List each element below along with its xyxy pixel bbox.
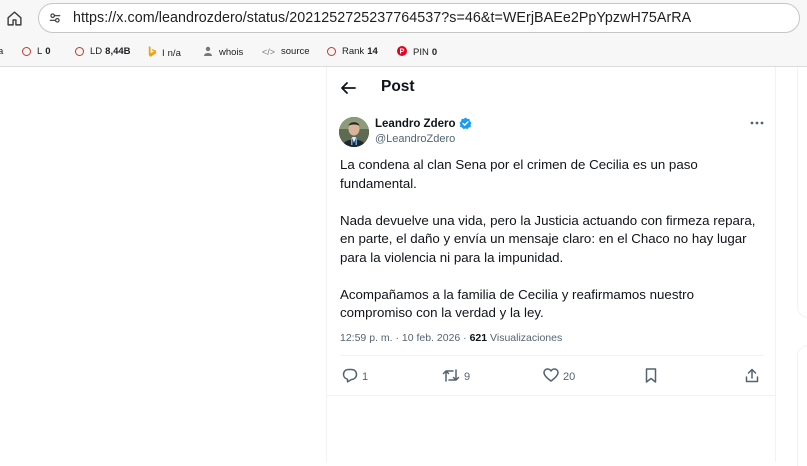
tweet-meta: 12:59 p. m. · 10 feb. 2026 · 621 Visuali… — [340, 332, 562, 344]
extension-pin-value: 0 — [431, 47, 438, 58]
extension-ld[interactable]: LD 8,44B — [75, 46, 131, 57]
back-arrow-icon[interactable] — [338, 78, 358, 98]
person-icon — [203, 46, 213, 59]
divider — [326, 395, 776, 396]
extension-pin[interactable]: P PIN 0 — [397, 46, 437, 59]
author-handle[interactable]: @LeandroZdero — [375, 133, 455, 145]
extension-a[interactable]: a — [0, 46, 3, 57]
bookmark-icon — [645, 368, 657, 386]
svg-text:P: P — [399, 47, 404, 56]
browser-address-bar: https://x.com/leandrozdero/status/202125… — [0, 0, 807, 38]
extension-source-label: source — [281, 46, 310, 57]
like-button[interactable]: 20 — [543, 368, 575, 385]
extension-pin-label: PIN — [413, 47, 429, 58]
extension-ld-label: LD — [90, 46, 103, 57]
repost-button[interactable]: 9 — [442, 368, 470, 386]
extension-source[interactable]: </> source — [262, 46, 310, 57]
extension-l[interactable]: L 0 — [22, 46, 51, 57]
divider — [340, 355, 764, 356]
author-name-text: Leandro Zdero — [375, 117, 456, 130]
sidebar-card — [797, 345, 807, 466]
site-info-icon[interactable] — [47, 10, 63, 26]
author-name[interactable]: Leandro Zdero — [375, 117, 472, 130]
extension-rank-value: 14 — [367, 46, 378, 57]
circle-icon — [22, 47, 31, 56]
extension-l-value: 0 — [45, 46, 51, 57]
tweet-actions: 1 9 20 — [340, 366, 764, 388]
extension-i[interactable]: I n/a — [147, 46, 181, 60]
avatar[interactable] — [339, 117, 369, 147]
column-divider — [326, 67, 327, 462]
column-divider — [775, 67, 776, 462]
extension-rank-label: Rank — [342, 46, 365, 57]
extension-whois-label: whois — [219, 47, 244, 58]
extension-a-label: a — [0, 46, 4, 57]
pinterest-icon: P — [397, 46, 407, 59]
views-count: 621 — [469, 332, 488, 344]
extension-l-label: L — [37, 46, 43, 57]
url-text: https://x.com/leandrozdero/status/202125… — [73, 10, 692, 26]
circle-icon — [327, 47, 336, 56]
verified-badge-icon — [459, 117, 472, 130]
more-options-icon[interactable] — [748, 116, 766, 130]
home-icon[interactable] — [4, 8, 24, 28]
tweet-paragraph: Acompañamos a la familia de Cecilia y re… — [340, 286, 694, 321]
code-icon: </> — [262, 46, 276, 57]
share-button[interactable] — [745, 368, 759, 386]
extension-ld-value: 8,44B — [105, 46, 131, 57]
heart-icon — [543, 368, 559, 385]
extension-i-label: I — [162, 47, 165, 59]
circle-icon — [75, 47, 84, 56]
reply-icon — [342, 368, 358, 386]
share-icon — [745, 368, 759, 386]
tweet-paragraph: La condena al clan Sena por el crimen de… — [340, 157, 698, 191]
reply-button[interactable]: 1 — [342, 368, 368, 386]
tweet-timestamp[interactable]: 12:59 p. m. · 10 feb. 2026 · — [340, 332, 470, 344]
repost-count: 9 — [464, 371, 471, 383]
page-title: Post — [381, 78, 415, 95]
tweet-text: La condena al clan Sena por el crimen de… — [340, 156, 770, 341]
sidebar-card — [797, 67, 807, 318]
tweet-paragraph: Nada devuelve una vida, pero la Justicia… — [340, 212, 756, 265]
extension-i-value: n/a — [167, 47, 181, 59]
url-input[interactable]: https://x.com/leandrozdero/status/202125… — [38, 3, 800, 33]
reply-count: 1 — [362, 371, 369, 383]
like-count: 20 — [563, 370, 576, 383]
extension-toolbar: a L 0 LD 8,44B I n/a whois </> source Ra… — [0, 38, 807, 67]
bing-icon — [147, 46, 156, 60]
bookmark-button[interactable] — [645, 368, 657, 386]
views-label: Visualizaciones — [487, 332, 563, 344]
repost-icon — [442, 368, 460, 386]
extension-rank[interactable]: Rank 14 — [327, 46, 378, 57]
extension-whois[interactable]: whois — [203, 46, 243, 59]
